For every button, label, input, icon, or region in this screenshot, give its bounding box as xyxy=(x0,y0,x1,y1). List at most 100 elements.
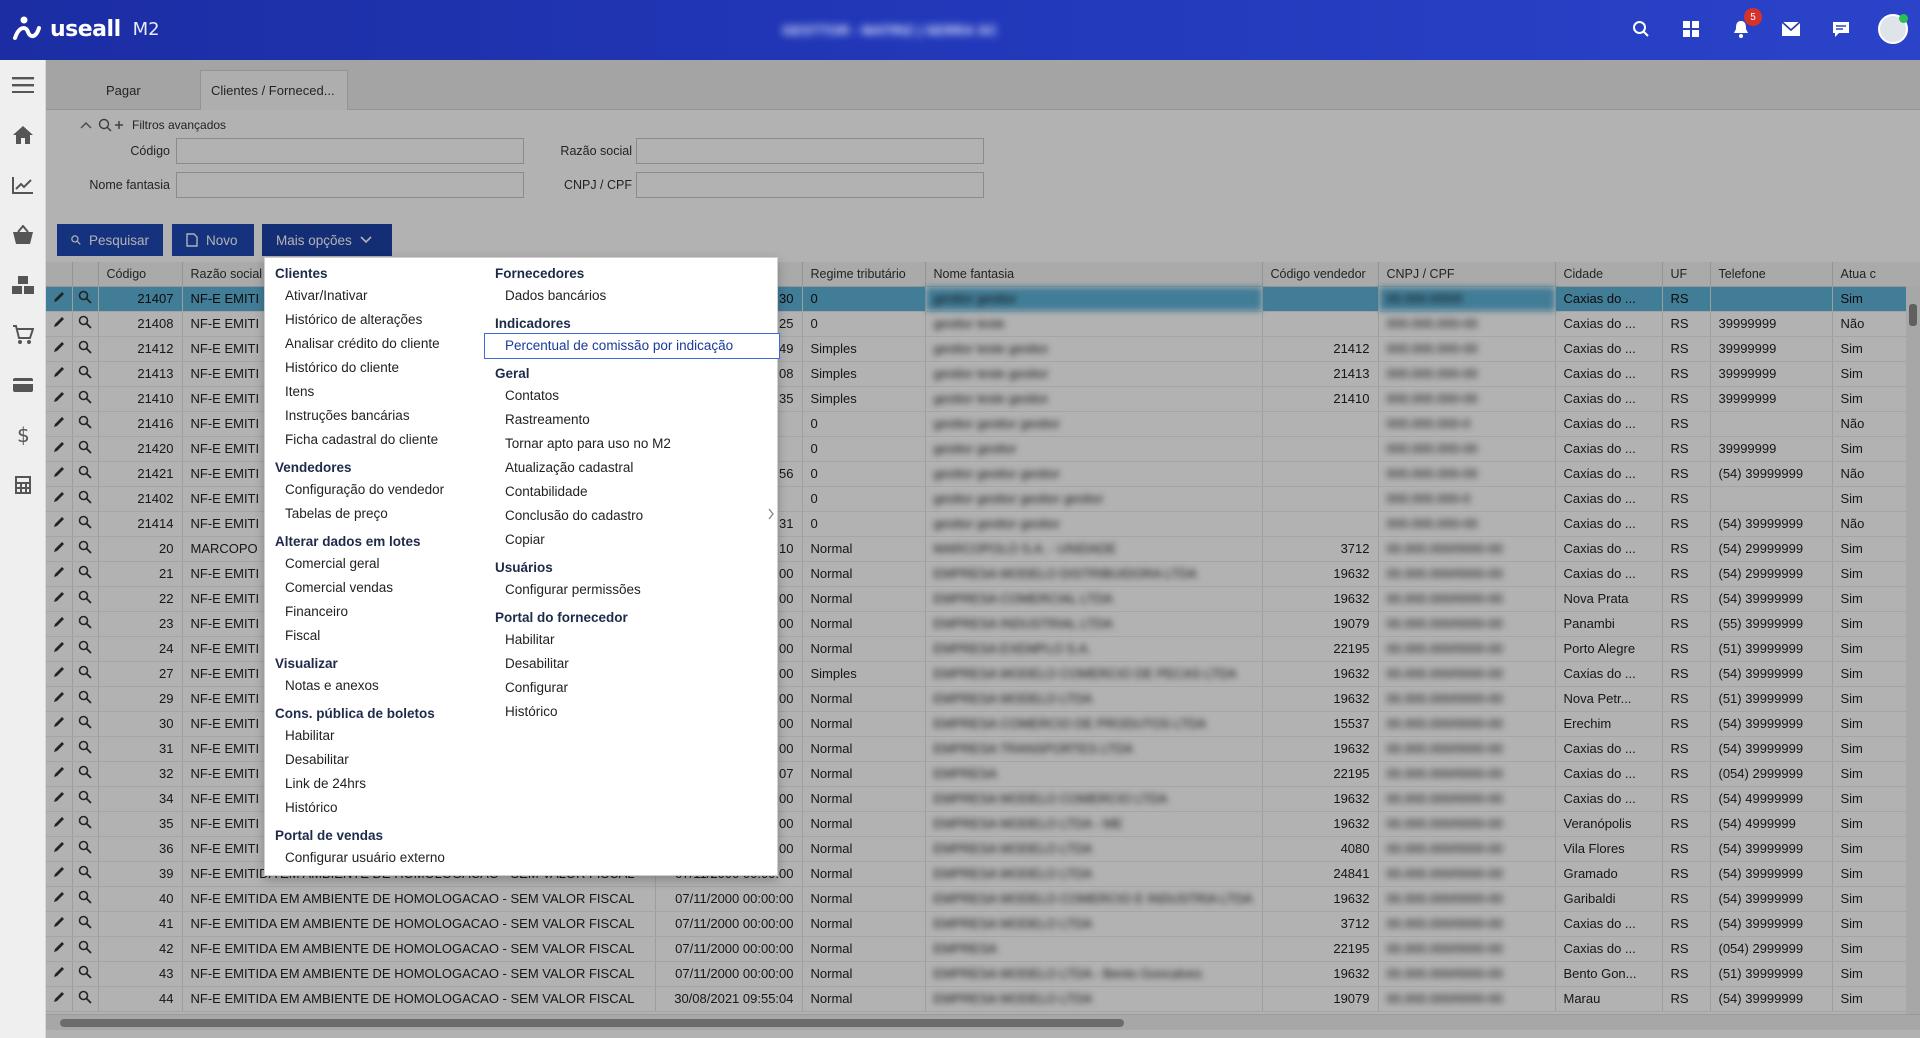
menu-item-label: Contabilidade xyxy=(505,484,588,499)
menu-item-label: Habilitar xyxy=(505,632,555,647)
menu-column-left: Clientes Ativar/Inativar Histórico de alte… xyxy=(265,258,485,870)
menu-group-vendedores: Vendedores xyxy=(275,460,352,475)
apps-icon[interactable] xyxy=(1678,16,1704,42)
menu-item-analisar-credito-do-cliente[interactable]: Analisar crédito do cliente xyxy=(265,332,485,356)
menu-item-label: Percentual de comissão por indicação xyxy=(505,338,734,353)
menu-item-label: Fiscal xyxy=(285,628,321,643)
menu-item-contatos[interactable]: Contatos xyxy=(485,384,779,408)
home-icon[interactable] xyxy=(0,110,46,160)
search-icon[interactable] xyxy=(1628,16,1654,42)
menu-item-label: Histórico xyxy=(505,704,558,719)
menu-item-configurar-usuario-externo[interactable]: Configurar usuário externo xyxy=(265,846,485,870)
menu-item-configuracao-do-vendedor[interactable]: Configuração do vendedor xyxy=(265,478,485,502)
menu-item-tornar-apto-para-uso-no-m2[interactable]: Tornar apto para uso no M2 xyxy=(485,432,779,456)
menu-item-rastreamento[interactable]: Rastreamento xyxy=(485,408,779,432)
bell-icon[interactable]: 5 xyxy=(1728,8,1762,42)
mail-icon[interactable] xyxy=(1778,16,1804,42)
menu-item-label: Copiar xyxy=(505,532,545,547)
dollar-icon[interactable]: $ xyxy=(0,410,46,460)
sidebar: $ xyxy=(0,60,46,1038)
avatar[interactable] xyxy=(1878,14,1908,44)
notification-badge: 5 xyxy=(1744,8,1762,26)
basket-icon[interactable] xyxy=(0,210,46,260)
mais-opcoes-menu: Clientes Ativar/Inativar Histórico de alte… xyxy=(264,257,780,876)
company-name[interactable]: GESTTOR - MATRIZ | SERRA SC xyxy=(782,22,1042,38)
menu-item-habilitar[interactable]: Habilitar xyxy=(265,724,485,748)
product-name: M2 xyxy=(132,18,160,40)
menu-item-instrucoes-bancarias[interactable]: Instruções bancárias xyxy=(265,404,485,428)
menu-item-label: Configurar xyxy=(505,680,569,695)
menu-group-usuarios: Usuários xyxy=(495,560,553,575)
menu-item-link-de-24hrs[interactable]: Link de 24hrs xyxy=(265,772,485,796)
logo[interactable]: useall M2 xyxy=(12,14,160,44)
chevron-right-icon xyxy=(767,504,775,528)
menu-group-indicadores: Indicadores xyxy=(495,316,571,331)
menu-group-portal-de-vendas: Portal de vendas xyxy=(275,828,384,843)
menu-item-historico-do-cliente[interactable]: Histórico do cliente xyxy=(265,356,485,380)
menu-item-historico-de-alteracoes[interactable]: Histórico de alterações xyxy=(265,308,485,332)
menu-item-label: Contatos xyxy=(505,388,560,403)
menu-item-label: Rastreamento xyxy=(505,412,590,427)
menu-item-label: Habilitar xyxy=(285,728,335,743)
menu-item-label: Configurar permissões xyxy=(505,582,641,597)
menu-item-atualizacao-cadastral[interactable]: Atualização cadastral xyxy=(485,456,779,480)
menu-group-geral: Geral xyxy=(495,366,530,381)
menu-item-label: Conclusão do cadastro xyxy=(505,508,644,523)
menu-item-fiscal[interactable]: Fiscal xyxy=(265,624,485,648)
menu-item-label: Histórico de alterações xyxy=(285,312,423,327)
menu-item-tabelas-de-preco[interactable]: Tabelas de preço xyxy=(265,502,485,526)
menu-item-label: Configurar usuário externo xyxy=(285,850,445,865)
menu-item-comercial-geral[interactable]: Comercial geral xyxy=(265,552,485,576)
menu-item-label: Desabilitar xyxy=(285,752,349,767)
useall-logo-icon xyxy=(13,16,41,40)
menu-group-portal-do-fornecedor: Portal do fornecedor xyxy=(495,610,628,625)
menu-item-label: Atualização cadastral xyxy=(505,460,634,475)
menu-item-contabilidade[interactable]: Contabilidade xyxy=(485,480,779,504)
menu-item-label: Notas e anexos xyxy=(285,678,379,693)
menu-item-label: Desabilitar xyxy=(505,656,569,671)
menu-item-habilitar[interactable]: Habilitar xyxy=(485,628,779,652)
brand-name: useall xyxy=(50,16,121,42)
menu-item-desabilitar[interactable]: Desabilitar xyxy=(485,652,779,676)
cart-icon[interactable] xyxy=(0,310,46,360)
menu-item-historico[interactable]: Histórico xyxy=(265,796,485,820)
menu-item-configurar-permissoes[interactable]: Configurar permissões xyxy=(485,578,779,602)
menu-item-label: Ativar/Inativar xyxy=(285,288,368,303)
menu-item-label: Ficha cadastral do cliente xyxy=(285,432,439,447)
menu-group-visualizar: Visualizar xyxy=(275,656,338,671)
menu-group-alterar-dados-em-lotes: Alterar dados em lotes xyxy=(275,534,421,549)
menu-item-label: Dados bancários xyxy=(505,288,607,303)
menu-item-label: Configuração do vendedor xyxy=(285,482,445,497)
svg-text:$: $ xyxy=(17,424,30,446)
menu-item-ativar-inativar[interactable]: Ativar/Inativar xyxy=(265,284,485,308)
chat-icon[interactable] xyxy=(1828,16,1854,42)
menu-item-label: Financeiro xyxy=(285,604,349,619)
menu-item-label: Link de 24hrs xyxy=(285,776,367,791)
menu-item-label: Tabelas de preço xyxy=(285,506,388,521)
menu-item-label: Itens xyxy=(285,384,315,399)
menu-item-conclusao-do-cadastro[interactable]: Conclusão do cadastro xyxy=(485,504,779,528)
menu-item-label: Comercial vendas xyxy=(285,580,394,595)
menu-item-dados-bancarios[interactable]: Dados bancários xyxy=(485,284,779,308)
menu-item-label: Instruções bancárias xyxy=(285,408,410,423)
menu-item-desabilitar[interactable]: Desabilitar xyxy=(265,748,485,772)
menu-item-ficha-cadastral-do-cliente[interactable]: Ficha cadastral do cliente xyxy=(265,428,485,452)
card-icon[interactable] xyxy=(0,360,46,410)
menu-item-itens[interactable]: Itens xyxy=(265,380,485,404)
menu-item-financeiro[interactable]: Financeiro xyxy=(265,600,485,624)
menu-item-label: Comercial geral xyxy=(285,556,380,571)
menu-item-comercial-vendas[interactable]: Comercial vendas xyxy=(265,576,485,600)
top-bar: useall M2 GESTTOR - MATRIZ | SERRA SC 5 xyxy=(0,0,1920,60)
menu-icon[interactable] xyxy=(0,60,46,110)
menu-item-notas-e-anexos[interactable]: Notas e anexos xyxy=(265,674,485,698)
menu-item-label: Analisar crédito do cliente xyxy=(285,336,440,351)
menu-item-historico[interactable]: Histórico xyxy=(485,700,779,724)
menu-item-label: Tornar apto para uso no M2 xyxy=(505,436,671,451)
calculator-icon[interactable] xyxy=(0,460,46,510)
boxes-icon[interactable] xyxy=(0,260,46,310)
chart-icon[interactable] xyxy=(0,160,46,210)
menu-item-percentual-de-comissao-por-indicacao[interactable]: Percentual de comissão por indicação xyxy=(484,333,780,359)
menu-item-copiar[interactable]: Copiar xyxy=(485,528,779,552)
menu-group-clientes: Clientes xyxy=(275,266,328,281)
menu-item-configurar[interactable]: Configurar xyxy=(485,676,779,700)
